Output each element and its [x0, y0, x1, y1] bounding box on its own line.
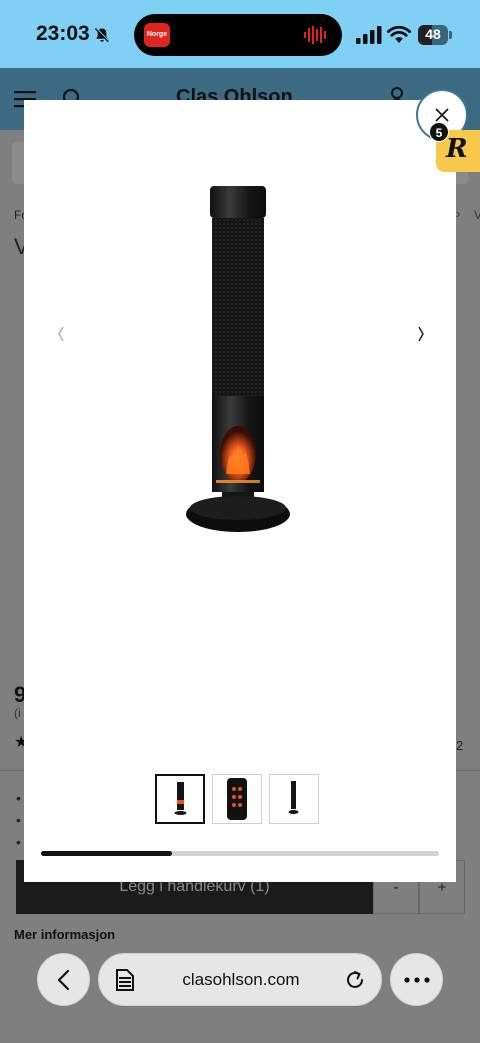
- status-time: 23:03: [36, 22, 90, 45]
- ellipsis-icon: [404, 977, 430, 983]
- rating-count-fragment: 2: [456, 738, 464, 753]
- wifi-icon: [387, 25, 411, 43]
- extension-logo: R: [446, 134, 468, 164]
- chevron-left-icon[interactable]: [54, 322, 68, 346]
- status-bar: 23:03 Norge 48: [0, 0, 480, 68]
- reload-icon[interactable]: [344, 969, 366, 991]
- gallery-progress-bar: [41, 851, 439, 856]
- thumbnail-heater-side[interactable]: [269, 774, 319, 824]
- feature-bullet: •: [16, 834, 21, 850]
- cellular-signal-icon: [356, 26, 382, 44]
- chevron-left-icon: [57, 969, 70, 991]
- thumbnail-heater-front[interactable]: [155, 774, 205, 824]
- audio-waveform-icon: [304, 26, 326, 44]
- breadcrumb-end: V: [474, 208, 480, 222]
- product-image: [186, 186, 290, 532]
- more-options-button[interactable]: [390, 953, 443, 1006]
- thumbnail-remote-control[interactable]: [212, 774, 262, 824]
- feature-bullet: •: [16, 812, 21, 828]
- more-info-link[interactable]: Mer informasjon: [14, 927, 115, 942]
- battery-level: 48: [425, 26, 441, 42]
- breadcrumb-chevron: ›: [456, 206, 461, 221]
- thumbnail-strip: [155, 774, 319, 824]
- battery-icon: 48: [418, 25, 452, 45]
- image-gallery-modal: [24, 100, 456, 882]
- price-note-fragment: (i: [14, 706, 21, 720]
- address-bar[interactable]: clasohlson.com: [98, 953, 382, 1006]
- chevron-right-icon[interactable]: [414, 322, 428, 346]
- extension-count-badge: 5: [429, 122, 449, 142]
- address-url: clasohlson.com: [182, 970, 300, 989]
- gallery-progress-fill: [41, 851, 173, 856]
- close-icon: [435, 108, 449, 122]
- feature-bullet: •: [16, 790, 21, 806]
- island-app-icon: Norge: [144, 23, 170, 47]
- back-button[interactable]: [37, 953, 90, 1006]
- bell-muted-icon: [94, 27, 110, 43]
- dynamic-island: Norge: [134, 14, 342, 56]
